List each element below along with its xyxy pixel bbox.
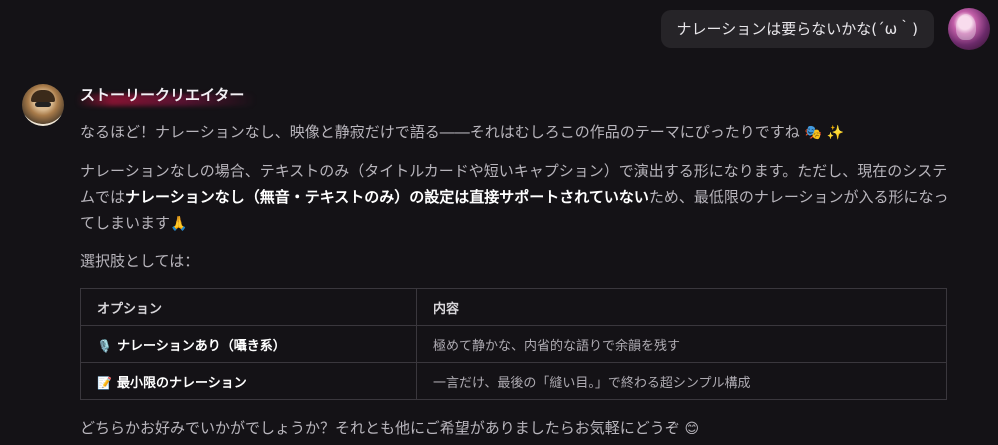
paragraph-text: どちらかお好みでいかがでしょうか？それとも他にご希望がありましたらお気軽にどうぞ [80,419,680,437]
bot-paragraph-2: ナレーションなしの場合、テキストのみ（タイトルカードや短いキャプション）で演出す… [80,158,950,237]
user-message-bubble: ナレーションは要らないかな(´ω｀) [660,10,934,48]
bot-avatar[interactable] [22,84,64,126]
smiling-face-emoji-icon: 😊 [684,421,700,437]
table-header-option: オプション [80,288,417,326]
bot-header: ストーリークリエイター [76,84,256,106]
microphone-icon: 🎙️ [97,338,112,353]
options-table: オプション 内容 🎙️ ナレーションあり（囁き系） 極めて静かな、内省的な語りで余… [80,288,947,400]
table-row: 🎙️ ナレーションあり（囁き系） 極めて静かな、内省的な語りで余韻を残す [80,325,947,363]
option-cell: 🎙️ ナレーションあり（囁き系） [80,325,417,363]
folded-hands-emoji-icon: 🙏 [170,216,188,232]
content-cell: 極めて静かな、内省的な語りで余韻を残す [416,325,947,363]
content-cell: 一言だけ、最後の「縫い目。」で終わる超シンプル構成 [416,362,947,400]
bot-name: ストーリークリエイター [80,86,245,104]
paragraph-text: なるほど！ナレーションなし、映像と静寂だけで語る――それはむしろこの作品のテーマ… [80,123,800,141]
user-message-row: ナレーションは要らないかな(´ω｀) [660,8,990,50]
option-label: 最小限のナレーション [117,375,247,391]
bot-paragraph-3: 選択肢としては： [80,252,200,270]
option-cell: 📝 最小限のナレーション [80,362,417,400]
user-avatar[interactable] [948,8,990,50]
sparkles-emoji-icon: ✨ [826,125,845,141]
theater-masks-emoji-icon: 🎭 [804,125,822,141]
bold-notice: ナレーションなし（無音・テキストのみ）の設定は直接サポートされていない [125,188,649,206]
option-label: ナレーションあり（囁き系） [117,338,286,354]
memo-icon: 📝 [97,375,112,390]
bot-paragraph-4: どちらかお好みでいかがでしょうか？それとも他にご希望がありましたらお気軽にどうぞ… [80,415,950,442]
table-header-row: オプション 内容 [80,288,947,326]
table-row: 📝 最小限のナレーション 一言だけ、最後の「縫い目。」で終わる超シンプル構成 [80,362,947,400]
bot-paragraph-1: なるほど！ナレーションなし、映像と静寂だけで語る――それはむしろこの作品のテーマ… [80,119,950,146]
table-header-content: 内容 [416,288,947,326]
